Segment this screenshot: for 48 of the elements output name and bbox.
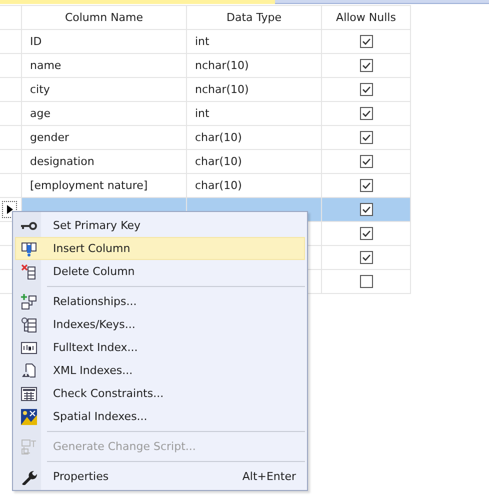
column-header[interactable]: Data Type (186, 6, 322, 30)
column-header[interactable]: Column Name (22, 6, 186, 30)
checkbox[interactable] (360, 203, 372, 216)
checkbox[interactable] (360, 59, 372, 72)
checkbox[interactable] (360, 131, 372, 144)
checkbox[interactable] (360, 107, 372, 120)
table-cell: gender (22, 126, 186, 150)
table-cell: age (22, 102, 186, 126)
table-cell: name (22, 54, 186, 78)
table-cell: char(10) (186, 150, 322, 174)
script-icon (21, 438, 37, 454)
key-icon (21, 222, 37, 230)
menu-item[interactable]: XML Indexes... (15, 359, 305, 382)
checkbox[interactable] (360, 227, 372, 240)
menu-item[interactable]: Indexes/Keys... (15, 313, 305, 336)
checkbox[interactable] (360, 179, 372, 192)
checkbox[interactable] (360, 275, 372, 288)
table-cell: nchar(10) (186, 54, 322, 78)
checkbox[interactable] (360, 251, 372, 264)
table-cell: designation (22, 150, 186, 174)
table-icon (21, 386, 37, 400)
table-cell: int (186, 102, 322, 126)
relationships-icon (21, 294, 37, 310)
column-header[interactable]: Allow Nulls (322, 6, 410, 30)
menu-item[interactable]: Set Primary Key (15, 214, 305, 237)
delete-column-icon (21, 264, 37, 280)
table-cell: char(10) (186, 126, 322, 150)
table-cell: ID (22, 30, 186, 54)
table-cell: int (186, 30, 322, 54)
document-icon (21, 362, 37, 378)
menu-item[interactable]: Fulltext Index... (15, 336, 305, 359)
menu-item[interactable]: Delete Column (15, 260, 305, 283)
checkbox[interactable] (360, 83, 372, 96)
wrench-icon (21, 468, 37, 484)
checkbox[interactable] (360, 35, 372, 48)
checkbox[interactable] (360, 155, 372, 168)
table-cell: nchar(10) (186, 78, 322, 102)
menu-item[interactable]: Check Constraints... (15, 382, 305, 405)
text-box-icon (21, 340, 37, 354)
table-cell: city (22, 78, 186, 102)
indexes-icon (21, 316, 37, 332)
map-icon (21, 408, 37, 424)
menu-item[interactable]: Spatial Indexes... (15, 405, 305, 428)
menu-item[interactable]: Insert Column (15, 237, 305, 260)
menu-item[interactable]: Relationships... (15, 290, 305, 313)
arrow-icon (6, 205, 12, 214)
menu-item[interactable]: Properties Alt+Enter (15, 465, 305, 488)
insert-column-icon (21, 240, 37, 256)
